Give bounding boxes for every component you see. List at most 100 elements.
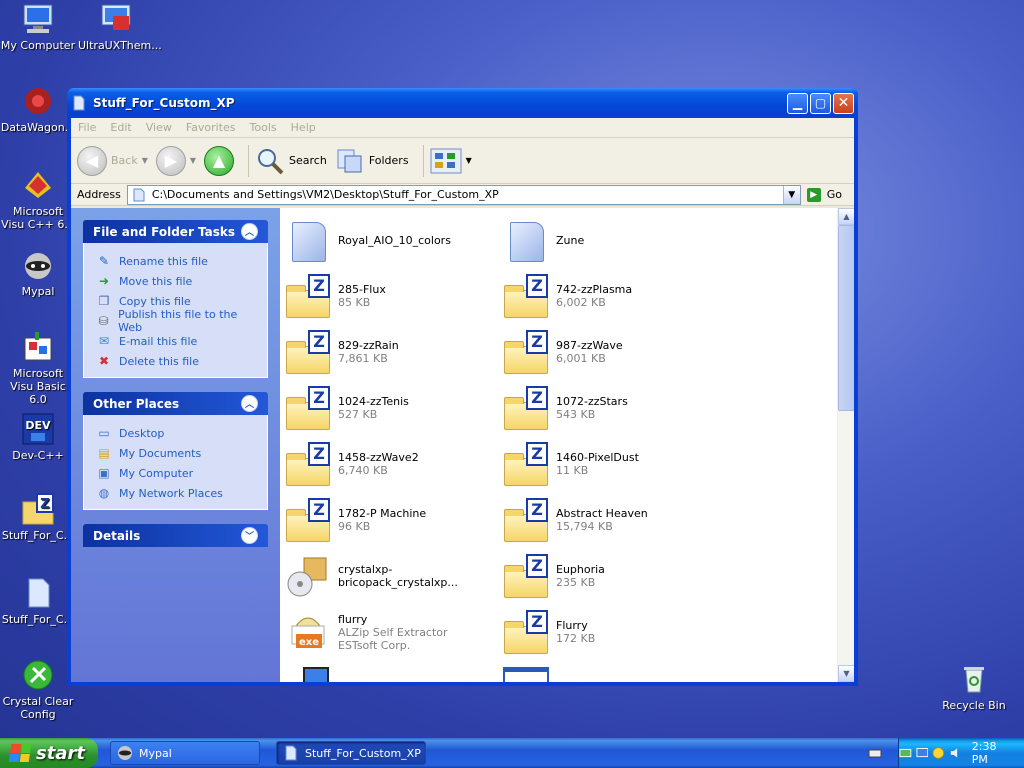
task-delete[interactable]: ✖ Delete this file: [96, 351, 257, 371]
desktop-icon-recycle-bin[interactable]: Recycle Bin: [936, 662, 1012, 712]
computer-icon: ▣: [98, 466, 110, 480]
menu-edit[interactable]: Edit: [103, 121, 138, 134]
maximize-button[interactable]: ▢: [810, 92, 831, 114]
desktop-icon-datawagon[interactable]: DataWagon...: [0, 84, 76, 134]
file-item[interactable]: Z Euphoria 235 KB: [502, 548, 720, 604]
file-tasks-header[interactable]: File and Folder Tasks ︿: [83, 220, 268, 243]
file-item[interactable]: Royal_AIO_10_colors: [284, 212, 502, 268]
desktop-icon-crystal-clear[interactable]: Crystal Clear Config: [0, 658, 76, 721]
place-my-documents[interactable]: ▤ My Documents: [96, 443, 257, 463]
forward-button[interactable]: ▶ ▼: [155, 145, 196, 176]
task-rename[interactable]: ✎ Rename this file: [96, 251, 257, 271]
file-item[interactable]: Z 285-Flux 85 KB: [284, 268, 502, 324]
file-item[interactable]: Z Flurry 172 KB: [502, 604, 720, 660]
desktop-icon-stuff-folder[interactable]: Z Stuff_For_C...: [0, 492, 76, 542]
file-item[interactable]: Z 1458-zzWave2 6,740 KB: [284, 436, 502, 492]
up-button[interactable]: ▲: [204, 145, 235, 176]
desktop-icon-vc6[interactable]: Microsoft Visu C++ 6.0: [0, 168, 76, 231]
file-text: 1458-zzWave2 6,740 KB: [338, 451, 419, 477]
network-tray-icon[interactable]: [899, 746, 912, 760]
forward-arrow-icon: ▶: [155, 145, 186, 176]
collapse-icon[interactable]: ︿: [241, 395, 258, 412]
scroll-thumb[interactable]: [838, 225, 854, 411]
go-button[interactable]: ▶ Go: [806, 187, 848, 202]
file-item[interactable]: Z Abstract Heaven 15,794 KB: [502, 492, 720, 548]
search-button[interactable]: Search: [255, 146, 327, 176]
file-item[interactable]: Zune: [502, 212, 720, 268]
folders-icon: [337, 149, 362, 172]
title-bar[interactable]: Stuff_For_Custom_XP ▁ ▢ ✕: [67, 88, 858, 118]
menu-favorites[interactable]: Favorites: [179, 121, 243, 134]
close-button[interactable]: ✕: [833, 92, 854, 114]
desktop-icon-mypal[interactable]: Mypal: [0, 248, 76, 298]
file-item[interactable]: Z 829-zzRain 7,861 KB: [284, 324, 502, 380]
taskbar-button-mypal[interactable]: Mypal: [110, 741, 260, 765]
search-icon: [258, 148, 284, 174]
place-my-computer[interactable]: ▣ My Computer: [96, 463, 257, 483]
file-item[interactable]: Z 1024-zzTenis 527 KB: [284, 380, 502, 436]
task-label: E-mail this file: [119, 334, 198, 348]
start-label: start: [36, 742, 85, 764]
svg-text:DEV: DEV: [25, 419, 51, 432]
back-button[interactable]: ◀ Back ▼: [77, 145, 148, 176]
file-tasks-panel: File and Folder Tasks ︿ ✎ Rename this fil…: [83, 220, 268, 378]
chevron-down-icon[interactable]: ▼: [782, 185, 800, 204]
taskbar-button-explorer[interactable]: Stuff_For_Custom_XP: [276, 741, 426, 765]
other-places-body: ▭ Desktop ▤ My Documents ▣ My Computer ◍ My …: [83, 415, 268, 510]
file-name: 987-zzWave: [556, 339, 623, 352]
place-desktop[interactable]: ▭ Desktop: [96, 423, 257, 443]
folders-label: Folders: [368, 154, 409, 167]
views-button[interactable]: ▼: [430, 148, 472, 174]
document-icon: [284, 216, 332, 264]
other-places-header[interactable]: Other Places ︿: [83, 392, 268, 415]
file-item[interactable]: Z 1460-PixelDust 11 KB: [502, 436, 720, 492]
vertical-scrollbar[interactable]: ▲ ▼: [837, 208, 854, 682]
volume-icon[interactable]: [949, 746, 962, 760]
menu-tools[interactable]: Tools: [243, 121, 284, 134]
task-email[interactable]: ✉ E-mail this file: [96, 331, 257, 351]
scroll-down-button[interactable]: ▼: [838, 665, 854, 682]
task-label: Publish this file to the Web: [118, 308, 238, 334]
desktop-icon-devcpp[interactable]: DEV Dev-C++: [0, 412, 76, 462]
file-item[interactable]: Z 1782-P Machine 96 KB: [284, 492, 502, 548]
file-item[interactable]: Z 742-zzPlasma 6,002 KB: [502, 268, 720, 324]
desktop-icon-vb6[interactable]: Microsoft Visu Basic 6.0: [0, 330, 76, 406]
file-name: 1458-zzWave2: [338, 451, 419, 464]
desktop-icon-my-computer[interactable]: My Computer: [0, 2, 76, 52]
start-button[interactable]: start: [0, 738, 98, 768]
task-publish[interactable]: ⛁ Publish this file to the Web: [96, 308, 257, 334]
file-item[interactable]: hypnoflow: [502, 660, 720, 682]
file-item[interactable]: Z 1072-zzStars 543 KB: [502, 380, 720, 436]
display-tray-icon[interactable]: [916, 746, 929, 760]
file-item[interactable]: exe flurry ALZip Self Extractor ESTsoft Cor…: [284, 604, 502, 660]
panel-title: File and Folder Tasks: [93, 224, 236, 239]
folders-button[interactable]: Folders: [335, 146, 409, 176]
file-text: 285-Flux 85 KB: [338, 283, 386, 309]
menu-help[interactable]: Help: [284, 121, 323, 134]
file-name: 829-zzRain: [338, 339, 399, 352]
file-item[interactable]: crystalxp-bricopack_crystalxp...: [284, 548, 502, 604]
scroll-up-button[interactable]: ▲: [838, 208, 854, 225]
desktop-icon-stuff-doc[interactable]: Stuff_For_C...: [0, 576, 76, 626]
minimize-button[interactable]: ▁: [787, 92, 808, 114]
place-network[interactable]: ◍ My Network Places: [96, 483, 257, 503]
smiley-tray-icon[interactable]: [932, 746, 945, 760]
file-name: Royal_AIO_10_colors: [338, 233, 451, 247]
desktop-icon-ultrauxtheme[interactable]: UltraUXThem...: [78, 2, 162, 52]
visual-cpp-icon: [25, 172, 51, 198]
collapse-icon[interactable]: ︿: [241, 223, 258, 240]
task-label: My Computer: [119, 466, 194, 480]
file-item[interactable]: Z 987-zzWave 6,001 KB: [502, 324, 720, 380]
menu-view[interactable]: View: [139, 121, 179, 134]
zip-folder-icon: Z: [284, 440, 332, 488]
expand-icon[interactable]: ﹀: [241, 527, 258, 544]
keyboard-icon[interactable]: [868, 746, 882, 760]
task-move[interactable]: ➜ Move this file: [96, 271, 257, 291]
file-item[interactable]: grassgames: [284, 660, 502, 682]
details-header[interactable]: Details ﹀: [83, 524, 268, 547]
address-input[interactable]: C:\Documents and Settings\VM2\Desktop\St…: [126, 184, 801, 205]
clock[interactable]: 2:38 PM: [972, 740, 1012, 766]
chevron-down-icon: ▼: [465, 156, 472, 165]
file-size: 543 KB: [556, 408, 596, 421]
menu-file[interactable]: File: [71, 121, 103, 134]
